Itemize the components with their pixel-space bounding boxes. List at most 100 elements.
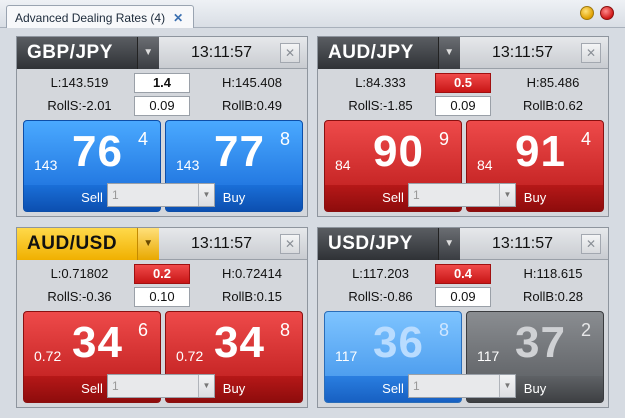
quantity-value: 1 [413, 379, 420, 393]
roll-buy-value: RollB:0.62 [523, 98, 583, 113]
roll-buy-value: RollB:0.15 [222, 289, 282, 304]
spread-value: 0.2 [134, 264, 190, 284]
rollover-row: RollS:-0.86 0.09 RollB:0.28 [318, 286, 608, 308]
rate-panel-gbp-jpy: GBP/JPY ▼ 13:11:57 ✕ L:143.519 1.4 H:145… [16, 36, 308, 217]
tab-advanced-dealing-rates[interactable]: Advanced Dealing Rates (4) ✕ [6, 5, 195, 29]
quantity-select[interactable]: 1 ▼ [107, 183, 215, 207]
currency-pair-selector[interactable]: AUD/USD ▼ [17, 228, 159, 260]
rate-panel-aud-jpy: AUD/JPY ▼ 13:11:57 ✕ L:84.333 0.5 H:85.4… [317, 36, 609, 217]
chevron-down-icon[interactable]: ▼ [438, 37, 460, 69]
quote-time: 13:11:57 [491, 235, 554, 252]
buy-price-big: 91 [515, 127, 566, 176]
rollover-row: RollS:-2.01 0.09 RollB:0.49 [17, 95, 307, 117]
buy-price-pip: 2 [581, 320, 592, 340]
buy-price-pip: 4 [581, 129, 592, 149]
buy-price-prefix: 0.72 [176, 348, 204, 364]
quote-time: 13:11:57 [190, 235, 253, 252]
rollover-row: RollS:-0.36 0.10 RollB:0.15 [17, 286, 307, 308]
sell-price-prefix: 143 [34, 157, 58, 173]
window-close-button[interactable] [600, 6, 614, 20]
chevron-down-icon[interactable]: ▼ [198, 184, 214, 206]
quantity-value: 1 [413, 188, 420, 202]
high-value: H:145.408 [222, 75, 282, 90]
close-panel-button[interactable]: ✕ [581, 234, 601, 254]
quantity-select[interactable]: 1 ▼ [408, 183, 516, 207]
pair-label: AUD/USD [27, 233, 118, 254]
close-icon[interactable]: ✕ [173, 11, 183, 25]
chevron-down-icon[interactable]: ▼ [198, 375, 214, 397]
close-panel-button[interactable]: ✕ [280, 234, 300, 254]
low-high-row: L:0.71802 0.2 H:0.72414 [17, 263, 307, 285]
low-high-row: L:84.333 0.5 H:85.486 [318, 72, 608, 94]
tab-bar: Advanced Dealing Rates (4) ✕ [0, 0, 625, 29]
quote-time: 13:11:57 [190, 44, 253, 61]
low-high-row: L:117.203 0.4 H:118.615 [318, 263, 608, 285]
roll-value-box: 0.10 [134, 287, 190, 307]
pair-label: GBP/JPY [27, 42, 113, 63]
chevron-down-icon[interactable]: ▼ [499, 375, 515, 397]
roll-sell-value: RollS:-1.85 [348, 98, 413, 113]
sell-price-big: 34 [72, 318, 123, 367]
sell-price-big: 36 [373, 318, 424, 367]
chevron-down-icon[interactable]: ▼ [499, 184, 515, 206]
panel-header: AUD/USD ▼ 13:11:57 ✕ [17, 228, 307, 260]
rollover-row: RollS:-1.85 0.09 RollB:0.62 [318, 95, 608, 117]
roll-sell-value: RollS:-0.36 [47, 289, 112, 304]
low-value: L:0.71802 [50, 266, 109, 281]
sell-price-big: 76 [72, 127, 123, 176]
spread-value: 1.4 [134, 73, 190, 93]
pair-label: USD/JPY [328, 233, 413, 254]
roll-value-box: 0.09 [435, 287, 491, 307]
currency-pair-selector[interactable]: AUD/JPY ▼ [318, 37, 460, 69]
rate-panel-aud-usd: AUD/USD ▼ 13:11:57 ✕ L:0.71802 0.2 H:0.7… [16, 227, 308, 408]
spread-value: 0.5 [435, 73, 491, 93]
tab-title: Advanced Dealing Rates (4) [15, 10, 166, 25]
roll-value-box: 0.09 [134, 96, 190, 116]
sell-price-pip: 6 [138, 320, 149, 340]
panel-header: USD/JPY ▼ 13:11:57 ✕ [318, 228, 608, 260]
sell-price-prefix: 117 [335, 348, 358, 364]
low-value: L:117.203 [352, 266, 409, 281]
quantity-select[interactable]: 1 ▼ [107, 374, 215, 398]
buy-price-prefix: 84 [477, 157, 493, 173]
currency-pair-selector[interactable]: USD/JPY ▼ [318, 228, 460, 260]
roll-sell-value: RollS:-0.86 [348, 289, 413, 304]
quote-time: 13:11:57 [491, 44, 554, 61]
sell-price-pip: 4 [138, 129, 149, 149]
panel-header: AUD/JPY ▼ 13:11:57 ✕ [318, 37, 608, 69]
buy-price-big: 37 [515, 318, 566, 367]
sell-price-pip: 8 [439, 320, 450, 340]
rate-panel-usd-jpy: USD/JPY ▼ 13:11:57 ✕ L:117.203 0.4 H:118… [317, 227, 609, 408]
low-value: L:84.333 [355, 75, 406, 90]
quantity-value: 1 [112, 188, 119, 202]
buy-price-prefix: 143 [176, 157, 200, 173]
panel-header: GBP/JPY ▼ 13:11:57 ✕ [17, 37, 307, 69]
roll-value-box: 0.09 [435, 96, 491, 116]
chevron-down-icon[interactable]: ▼ [438, 228, 460, 260]
sell-price-big: 90 [373, 127, 424, 176]
close-panel-button[interactable]: ✕ [581, 43, 601, 63]
buy-price-big: 77 [214, 127, 265, 176]
roll-buy-value: RollB:0.49 [222, 98, 282, 113]
high-value: H:118.615 [523, 266, 583, 281]
pair-label: AUD/JPY [328, 42, 414, 63]
high-value: H:0.72414 [222, 266, 282, 281]
chevron-down-icon[interactable]: ▼ [137, 37, 159, 69]
buy-price-prefix: 117 [477, 348, 500, 364]
low-high-row: L:143.519 1.4 H:145.408 [17, 72, 307, 94]
low-value: L:143.519 [50, 75, 109, 90]
roll-sell-value: RollS:-2.01 [47, 98, 112, 113]
chevron-down-icon[interactable]: ▼ [137, 228, 159, 260]
sell-price-prefix: 0.72 [34, 348, 62, 364]
quantity-select[interactable]: 1 ▼ [408, 374, 516, 398]
high-value: H:85.486 [526, 75, 580, 90]
spread-value: 0.4 [435, 264, 491, 284]
close-panel-button[interactable]: ✕ [280, 43, 300, 63]
buy-price-pip: 8 [280, 129, 291, 149]
currency-pair-selector[interactable]: GBP/JPY ▼ [17, 37, 159, 69]
minimize-button[interactable] [580, 6, 594, 20]
buy-price-big: 34 [214, 318, 265, 367]
roll-buy-value: RollB:0.28 [523, 289, 583, 304]
quantity-value: 1 [112, 379, 119, 393]
sell-price-pip: 9 [439, 129, 450, 149]
